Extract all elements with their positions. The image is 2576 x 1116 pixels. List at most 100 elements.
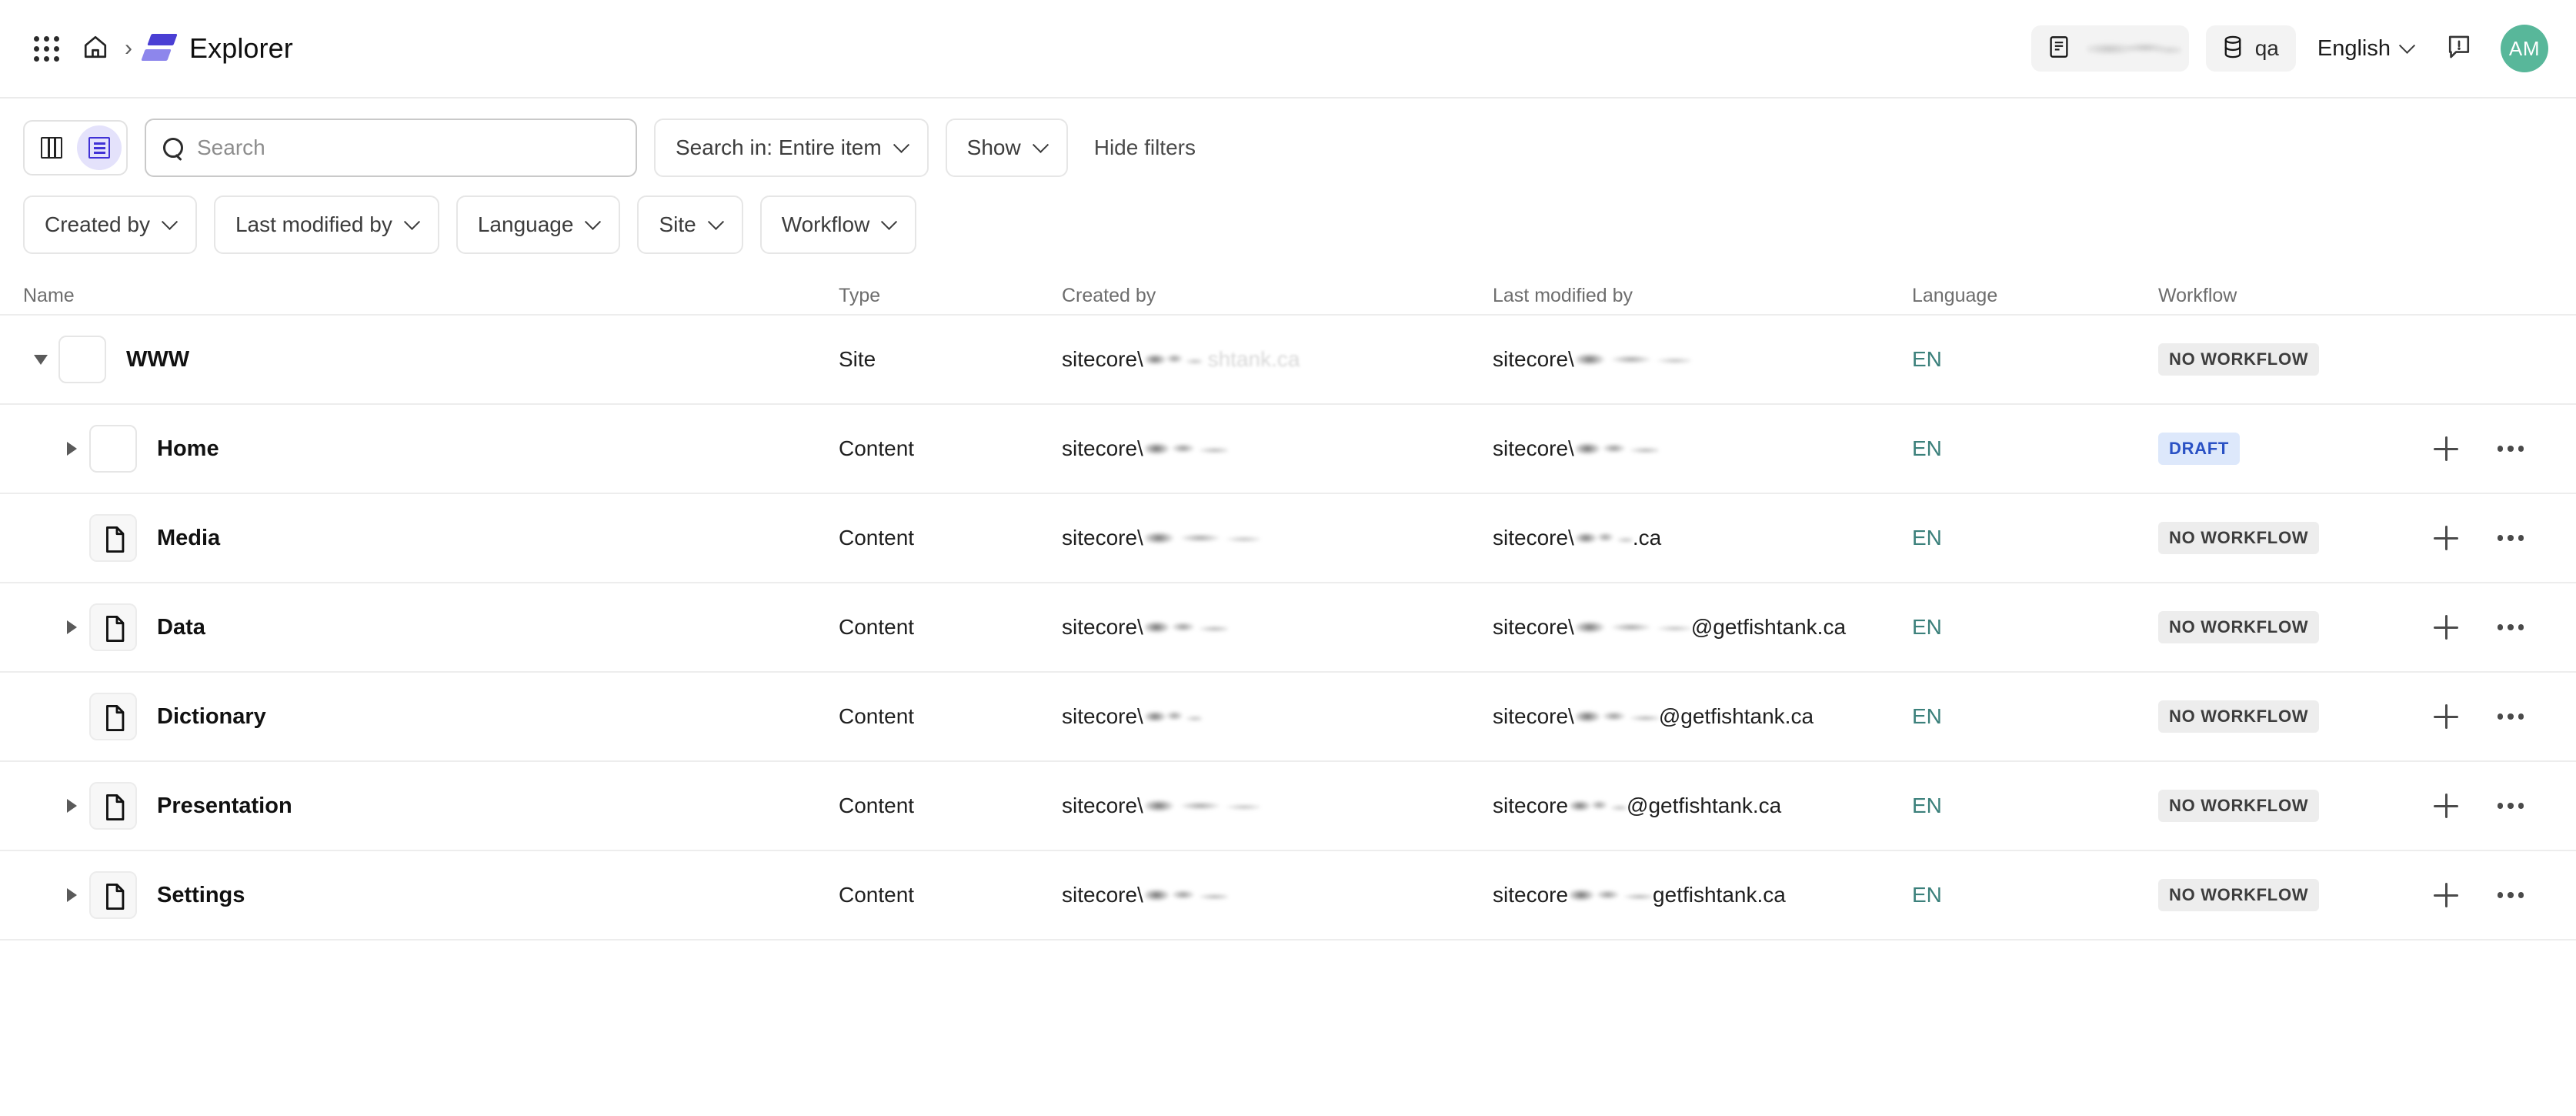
- avatar[interactable]: AM: [2501, 25, 2548, 72]
- filter-label: Language: [477, 212, 574, 236]
- table-row[interactable]: Dictionary Content sitecore\ sitecore\ @getf…: [0, 673, 2576, 762]
- chevron-down-icon: [403, 213, 420, 230]
- database-selector-chip[interactable]: qa: [2205, 25, 2296, 72]
- redacted-username: [1144, 707, 1202, 727]
- table-row[interactable]: Data Content sitecore\ sitecore\ @getfishtan…: [0, 583, 2576, 673]
- created-by-value: sitecore\: [1062, 436, 1143, 460]
- language-link[interactable]: EN: [1912, 883, 1942, 907]
- table-row[interactable]: WWW Site sitecore\ shtank.ca sitecore\ EN NO …: [0, 316, 2576, 405]
- workflow-status-badge: DRAFT: [2158, 433, 2241, 465]
- created-by-value: sitecore\: [1062, 347, 1143, 371]
- language-link[interactable]: EN: [1912, 347, 1942, 372]
- workflow-status-badge: NO WORKFLOW: [2158, 522, 2320, 554]
- item-type-icon: [89, 871, 137, 919]
- chevron-right-icon: [66, 799, 77, 813]
- created-by-value: sitecore\: [1062, 704, 1143, 728]
- last-modified-by-domain: @getfishtank.ca: [1690, 615, 1847, 639]
- ellipsis-icon: [2497, 446, 2524, 452]
- add-item-button[interactable]: [2429, 432, 2463, 466]
- language-link[interactable]: EN: [1912, 615, 1942, 640]
- sitecore-logo-icon: [141, 33, 178, 64]
- language-link[interactable]: EN: [1912, 794, 1942, 818]
- home-button[interactable]: [71, 24, 120, 73]
- item-name[interactable]: Dictionary: [157, 704, 266, 730]
- site-selector-chip[interactable]: [2030, 25, 2189, 72]
- cell-workflow: NO WORKFLOW: [2158, 879, 2404, 911]
- row-more-menu-button[interactable]: [2494, 521, 2528, 555]
- filter-label: Site: [659, 212, 696, 236]
- filter-created-by[interactable]: Created by: [23, 195, 197, 254]
- expand-toggle[interactable]: [54, 799, 89, 813]
- language-link[interactable]: EN: [1912, 526, 1942, 550]
- cell-last-modified-by: sitecore\ @getfishtank.ca: [1493, 615, 1912, 640]
- table-row[interactable]: Media Content sitecore\ sitecore\ .ca EN NO WO…: [0, 494, 2576, 583]
- cell-workflow: NO WORKFLOW: [2158, 343, 2404, 376]
- ellipsis-icon: [2497, 803, 2524, 809]
- expand-toggle[interactable]: [54, 620, 89, 634]
- item-name[interactable]: WWW: [126, 347, 189, 373]
- row-more-menu-button[interactable]: [2494, 610, 2528, 644]
- item-name[interactable]: Data: [157, 615, 205, 640]
- item-type: Content: [839, 883, 915, 907]
- redacted-username: [1575, 349, 1691, 369]
- column-header-created-by: Created by: [1062, 284, 1156, 306]
- expand-toggle[interactable]: [23, 354, 58, 365]
- table-row[interactable]: Settings Content sitecore\ sitecore getfisht…: [0, 851, 2576, 941]
- columns-view-button[interactable]: [29, 125, 74, 170]
- cell-last-modified-by: sitecore\: [1493, 436, 1912, 461]
- row-more-menu-button[interactable]: [2494, 432, 2528, 466]
- expand-toggle[interactable]: [54, 888, 89, 902]
- workflow-status-badge: NO WORKFLOW: [2158, 611, 2320, 643]
- item-name[interactable]: Presentation: [157, 794, 292, 819]
- workflow-status-badge: NO WORKFLOW: [2158, 879, 2320, 911]
- chevron-right-icon: [66, 442, 77, 456]
- redacted-username: [1144, 885, 1228, 905]
- language-selector[interactable]: English: [2313, 36, 2418, 62]
- search-box[interactable]: [145, 119, 637, 177]
- item-type-icon: [89, 782, 137, 830]
- language-link[interactable]: EN: [1912, 436, 1942, 461]
- cell-name: Settings: [0, 871, 839, 919]
- item-type-icon: [89, 693, 137, 740]
- add-item-button[interactable]: [2429, 878, 2463, 912]
- table-row[interactable]: Home Content sitecore\ sitecore\ EN DRAFT: [0, 405, 2576, 494]
- view-toggle-group: [23, 120, 128, 175]
- add-item-button[interactable]: [2429, 521, 2463, 555]
- add-item-button[interactable]: [2429, 610, 2463, 644]
- expand-toggle[interactable]: [54, 442, 89, 456]
- row-more-menu-button[interactable]: [2494, 878, 2528, 912]
- cell-name: WWW: [0, 336, 839, 383]
- add-item-button[interactable]: [2429, 700, 2463, 733]
- table-row[interactable]: Presentation Content sitecore\ sitecore @get…: [0, 762, 2576, 851]
- row-more-menu-button[interactable]: [2494, 789, 2528, 823]
- item-name[interactable]: Settings: [157, 883, 245, 908]
- list-view-button[interactable]: [77, 125, 122, 170]
- page-title: Explorer: [189, 32, 293, 64]
- chevron-right-icon: [66, 888, 77, 902]
- created-by-value: sitecore\: [1062, 526, 1143, 550]
- search-in-dropdown[interactable]: Search in: Entire item: [654, 119, 929, 177]
- filter-workflow[interactable]: Workflow: [759, 195, 917, 254]
- cell-created-by: sitecore\: [1062, 704, 1493, 729]
- add-item-button[interactable]: [2429, 789, 2463, 823]
- app-title-breadcrumb[interactable]: Explorer: [141, 32, 293, 65]
- row-more-menu-button[interactable]: [2494, 700, 2528, 733]
- chevron-down-icon: [2398, 37, 2416, 54]
- filter-language[interactable]: Language: [455, 195, 621, 254]
- chevron-right-icon: [66, 620, 77, 634]
- item-type: Content: [839, 615, 915, 639]
- search-input[interactable]: [197, 135, 619, 160]
- language-link[interactable]: EN: [1912, 704, 1942, 729]
- hide-filters-button[interactable]: Hide filters: [1085, 135, 1205, 160]
- created-by-value: sitecore\: [1062, 615, 1143, 639]
- show-dropdown[interactable]: Show: [945, 119, 1068, 177]
- filter-last-modified-by[interactable]: Last modified by: [213, 195, 439, 254]
- item-name[interactable]: Media: [157, 526, 220, 551]
- cell-language: EN: [1912, 883, 2158, 907]
- apps-launcher-button[interactable]: [22, 24, 71, 73]
- created-by-value: sitecore\: [1062, 794, 1143, 817]
- filter-site[interactable]: Site: [637, 195, 743, 254]
- feedback-button[interactable]: [2434, 24, 2484, 73]
- cell-type: Content: [839, 794, 1062, 818]
- item-name[interactable]: Home: [157, 436, 219, 462]
